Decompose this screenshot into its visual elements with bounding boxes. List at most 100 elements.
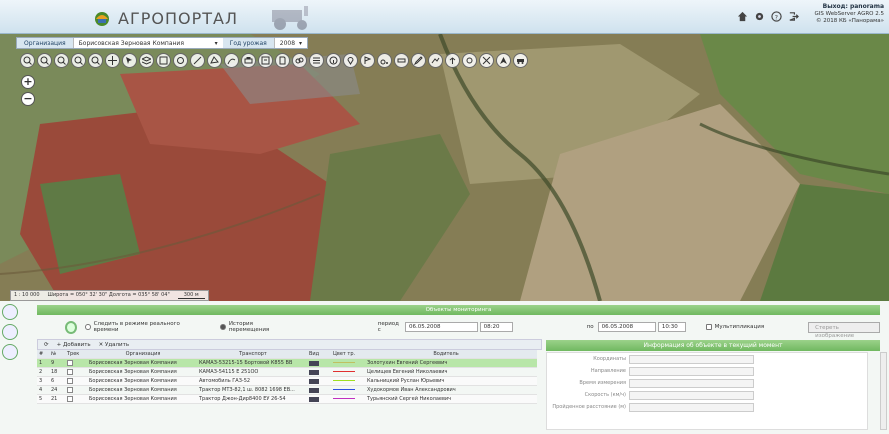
track-color-swatch: [331, 386, 365, 394]
track-color-swatch: [331, 368, 365, 376]
info-field: Пройденное расстояние (м): [547, 401, 867, 413]
clear-button[interactable]: Стереть изображение: [808, 321, 880, 339]
zoom-prev-icon[interactable]: [71, 53, 86, 68]
col-transport[interactable]: Транспорт: [197, 350, 307, 358]
pan-icon[interactable]: [105, 53, 120, 68]
measure-icon[interactable]: [190, 53, 205, 68]
edit-icon[interactable]: [411, 53, 426, 68]
svg-text:?: ?: [775, 13, 778, 21]
select-icon[interactable]: [122, 53, 137, 68]
table-row[interactable]: 3 6 Борисовская Зерновая Компания Автомобил…: [37, 377, 537, 386]
satellite-map[interactable]: [0, 34, 889, 301]
print-icon[interactable]: [241, 53, 256, 68]
map-imagery: [0, 34, 889, 301]
info-icon[interactable]: [326, 53, 341, 68]
legend-icon[interactable]: [156, 53, 171, 68]
col-organization[interactable]: Организация: [87, 350, 197, 358]
weather-icon[interactable]: [462, 53, 477, 68]
zoom-in-button[interactable]: +: [21, 75, 35, 89]
info-field-label: Направление: [590, 368, 626, 374]
zoom-next-icon[interactable]: [88, 53, 103, 68]
zoom-out-area-icon[interactable]: [37, 53, 52, 68]
tractor-icon[interactable]: [377, 53, 392, 68]
harvester-icon[interactable]: [394, 53, 409, 68]
zoom-out-button[interactable]: −: [21, 92, 35, 106]
logout-icon[interactable]: [788, 11, 799, 22]
info-field: Координаты: [547, 353, 867, 365]
globe-tab-icon[interactable]: [2, 344, 18, 360]
multiplication-label: Мультипликация: [714, 324, 765, 330]
link-icon[interactable]: [292, 53, 307, 68]
col-number[interactable]: №: [49, 350, 65, 358]
delete-button[interactable]: ✕ Удалить: [99, 342, 129, 348]
multiplication-checkbox[interactable]: Мультипликация: [705, 324, 765, 330]
date-to-input[interactable]: 06.05.2008: [597, 322, 656, 332]
home-icon[interactable]: [737, 11, 748, 22]
time-to-input[interactable]: 10:30: [657, 322, 686, 332]
route-icon[interactable]: [224, 53, 239, 68]
info-field-value: [629, 390, 754, 400]
refresh-icon[interactable]: [65, 320, 78, 334]
crop-icon[interactable]: [445, 53, 460, 68]
col-type[interactable]: Вид: [307, 350, 331, 358]
realtime-radio[interactable]: Следить в режиме реального времени: [85, 321, 194, 333]
col-track[interactable]: Трек: [65, 350, 87, 358]
list-icon[interactable]: [309, 53, 324, 68]
logout-link[interactable]: Выход: panorama: [823, 3, 884, 10]
tools-icon[interactable]: [479, 53, 494, 68]
map-toolbar: [20, 53, 528, 68]
time-from-input[interactable]: 08:20: [479, 322, 513, 332]
export-icon[interactable]: [258, 53, 273, 68]
info-scrollbar[interactable]: [880, 352, 887, 430]
app-logo[interactable]: АГРОПОРТАЛ: [92, 8, 238, 28]
chart-tab-icon[interactable]: [2, 324, 18, 340]
track-checkbox[interactable]: [65, 368, 87, 376]
field-icon[interactable]: [428, 53, 443, 68]
vehicles-tab-icon[interactable]: [2, 304, 18, 320]
org-select[interactable]: Борисовская Зерновая Компания ▾: [72, 38, 223, 48]
navigate-icon[interactable]: [496, 53, 511, 68]
col-driver[interactable]: Водитель: [365, 350, 525, 358]
row-transport: КАМАЗ-54115 Е 251ОО: [199, 369, 259, 375]
server-version: GIS WebServer AGRO 2.5: [814, 11, 884, 17]
help-icon[interactable]: ?: [771, 11, 782, 22]
table-row[interactable]: 5 21 Борисовская Зерновая Компания Трактор …: [37, 395, 537, 404]
track-checkbox[interactable]: [65, 386, 87, 394]
table-row[interactable]: 1 9 Борисовская Зерновая Компания КАМАЗ-532…: [37, 359, 537, 368]
table-row[interactable]: 2 18 Борисовская Зерновая Компания КАМАЗ-54…: [37, 368, 537, 377]
year-select[interactable]: 2008 ▾: [273, 38, 307, 48]
row-organization: Борисовская Зерновая Компания: [89, 378, 177, 384]
row-number: 9: [51, 360, 55, 366]
settings-icon[interactable]: [754, 11, 765, 22]
history-radio[interactable]: История перемещения: [220, 321, 287, 333]
col-track-color[interactable]: Цвет тр.: [331, 350, 365, 358]
row-transport: Автомобиль ГАЗ-52: [199, 378, 251, 384]
row-organization: Борисовская Зерновая Компания: [89, 396, 177, 402]
info-field-value: [629, 366, 754, 376]
realtime-label: Следить в режиме реального времени: [93, 321, 180, 333]
table-toolbar: ⟳ + Добавить ✕ Удалить: [37, 339, 542, 350]
track-checkbox[interactable]: [65, 395, 87, 403]
document-icon[interactable]: [275, 53, 290, 68]
radio-off-icon: [85, 324, 91, 330]
checkbox-icon: [67, 387, 73, 393]
zoom-in-area-icon[interactable]: [20, 53, 35, 68]
color-line: [333, 380, 355, 381]
flag-icon[interactable]: [360, 53, 375, 68]
marker-icon[interactable]: [343, 53, 358, 68]
table-row[interactable]: 4 24 Борисовская Зерновая Компания Трактор …: [37, 386, 537, 395]
date-from-input[interactable]: 06.05.2008: [405, 322, 478, 332]
row-index: 5: [39, 396, 43, 402]
reload-icon[interactable]: ⟳: [44, 342, 49, 348]
search-object-icon[interactable]: [173, 53, 188, 68]
track-checkbox[interactable]: [65, 359, 87, 367]
info-field-label: Пройденное расстояние (м): [552, 404, 626, 410]
row-index: 1: [39, 360, 43, 366]
layers-icon[interactable]: [139, 53, 154, 68]
add-button[interactable]: + Добавить: [57, 342, 91, 348]
area-icon[interactable]: [207, 53, 222, 68]
zoom-full-icon[interactable]: [54, 53, 69, 68]
track-checkbox[interactable]: [65, 377, 87, 385]
vehicle-icon[interactable]: [513, 53, 528, 68]
track-color-swatch: [331, 377, 365, 385]
